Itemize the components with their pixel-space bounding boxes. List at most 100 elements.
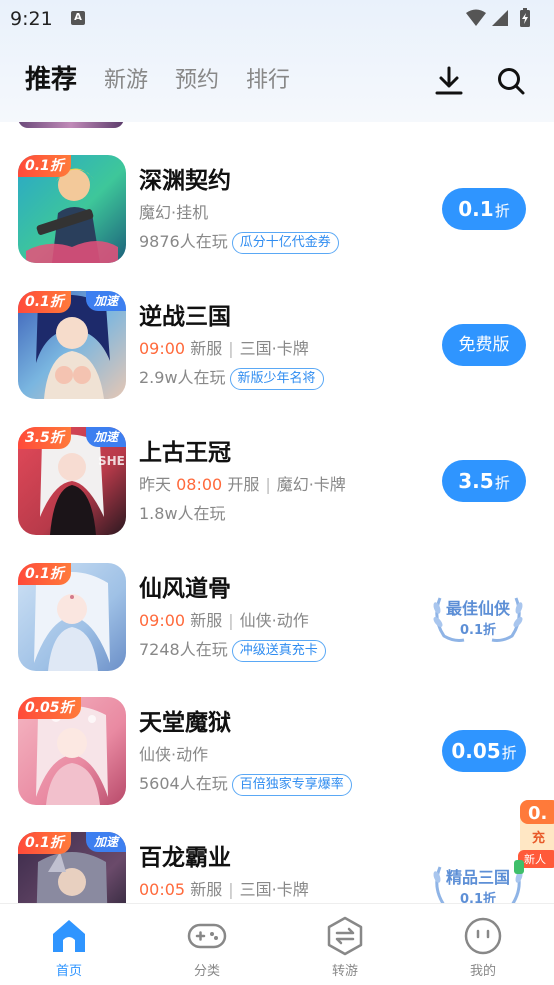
promo-line2: 充: [532, 830, 545, 846]
game-name[interactable]: 逆战三国: [139, 297, 231, 331]
player-count: 7248人在玩: [139, 640, 228, 659]
game-row[interactable]: 0.1折 加速 逆战三国 09:00 新服 | 三国·卡牌 2.9w人在玩 新版少年名…: [0, 291, 554, 401]
award-title: 精品三国: [446, 868, 510, 887]
award-sub: 0.1折: [460, 891, 496, 903]
game-list[interactable]: 0.1折 深渊契约 魔幻·挂机 9876人在玩 瓜分十亿代金券 0.1折 0.1折: [0, 122, 554, 903]
game-name[interactable]: 深渊契约: [139, 161, 231, 195]
download-icon[interactable]: [432, 64, 466, 98]
game-players: 7248人在玩 冲级送真充卡: [139, 636, 326, 662]
discount-badge: 0.05折: [18, 697, 81, 719]
game-row[interactable]: 0.1折 深渊契约 魔幻·挂机 9876人在玩 瓜分十亿代金券 0.1折: [0, 155, 554, 265]
game-thumbnail[interactable]: 0.05折: [18, 697, 126, 805]
award-laurel-badge[interactable]: 最佳仙侠 0.1折: [430, 590, 526, 644]
discount-badge: 3.5折: [18, 427, 71, 449]
promo-line3: 新人: [524, 852, 546, 866]
discount-button[interactable]: 0.1折: [442, 188, 526, 230]
floating-promo-badge[interactable]: 0. 充 新人: [514, 800, 554, 874]
nav-label: 我的: [469, 964, 496, 979]
server-time: 00:05: [139, 880, 186, 899]
tab-reserve[interactable]: 预约: [175, 62, 219, 94]
search-icon[interactable]: [494, 64, 528, 98]
discount-button[interactable]: 3.5折: [442, 460, 526, 502]
status-icons: [466, 8, 530, 27]
server-status: 新服: [190, 339, 223, 358]
free-version-button[interactable]: 免费版: [442, 324, 526, 366]
discount-unit: 折: [494, 202, 510, 220]
game-name[interactable]: 上古王冠: [139, 433, 231, 467]
discount-value: 0.1: [458, 197, 494, 221]
nav-label: 转游: [331, 964, 358, 979]
game-players: 5604人在玩 百倍独家专享爆率: [139, 770, 352, 796]
game-meta: 仙侠·动作: [139, 741, 208, 765]
game-players: 9876人在玩 瓜分十亿代金券: [139, 228, 339, 254]
notification-a-icon: A: [71, 11, 85, 25]
tab-recommend[interactable]: 推荐: [25, 59, 77, 96]
game-name[interactable]: 仙风道骨: [139, 569, 231, 603]
game-category: 魔幻·卡牌: [276, 475, 346, 494]
game-thumbnail[interactable]: 0.1折: [18, 563, 126, 671]
tab-new-games[interactable]: 新游: [104, 62, 148, 94]
server-status: 开服: [227, 475, 260, 494]
game-category: 仙侠·动作: [139, 745, 209, 764]
game-name[interactable]: 百龙霸业: [139, 838, 231, 872]
game-meta: 09:00 新服 | 三国·卡牌: [139, 339, 309, 358]
server-status: 新服: [190, 611, 223, 630]
promo-tag: 冲级送真充卡: [231, 640, 326, 662]
game-category: 魔幻·挂机: [139, 203, 209, 222]
nav-profile[interactable]: 我的: [414, 904, 552, 985]
nav-label: 分类: [193, 964, 220, 979]
speed-badge: 加速: [85, 427, 126, 447]
server-time: 08:00: [176, 475, 223, 494]
previous-item-thumbnail-edge: [18, 122, 124, 128]
promo-line1: 0.: [528, 803, 547, 824]
game-row[interactable]: SHE 3.5折 加速 上古王冠 昨天 08:00 开服 | 魔幻·卡牌 1.8w人…: [0, 427, 554, 537]
promo-tag: 新版少年名将: [229, 368, 324, 390]
discount-value: 0.05: [451, 739, 501, 763]
award-title: 最佳仙侠: [446, 599, 511, 618]
game-players: 2.9w人在玩 新版少年名将: [139, 364, 324, 390]
transfer-icon: [327, 916, 363, 956]
game-name[interactable]: 天堂魔狱: [139, 703, 231, 737]
game-meta: 魔幻·挂机: [139, 199, 208, 223]
discount-button[interactable]: 0.05折: [442, 730, 526, 772]
discount-badge: 0.1折: [18, 291, 71, 313]
nav-label: 首页: [55, 964, 82, 979]
game-category: 三国·卡牌: [239, 339, 309, 358]
game-players: 1.8w人在玩: [139, 500, 226, 524]
nav-transfer[interactable]: 转游: [276, 904, 414, 985]
award-sub: 0.1折: [460, 622, 496, 638]
game-thumbnail[interactable]: SHE 3.5折 加速: [18, 427, 126, 535]
player-count: 1.8w人在玩: [139, 504, 226, 523]
discount-badge: 0.1折: [18, 563, 71, 585]
promo-tag: 百倍独家专享爆率: [231, 774, 352, 796]
nav-category[interactable]: 分类: [138, 904, 276, 985]
gamepad-icon: [187, 923, 227, 949]
speed-badge: 加速: [85, 832, 126, 852]
game-category: 仙侠·动作: [239, 611, 309, 630]
game-meta: 00:05 新服 | 三国·卡牌: [139, 880, 309, 899]
game-thumbnail[interactable]: 0.1折: [18, 155, 126, 263]
game-row[interactable]: 0.1折 仙风道骨 09:00 新服 | 仙侠·动作 7248人在玩 冲级送真充卡 最…: [0, 563, 554, 673]
nav-home[interactable]: 首页: [0, 904, 138, 985]
tab-ranking[interactable]: 排行: [246, 62, 290, 94]
discount-value: 3.5: [458, 469, 494, 493]
promo-tag: 瓜分十亿代金券: [231, 232, 339, 254]
game-meta: 09:00 新服 | 仙侠·动作: [139, 611, 309, 630]
game-row[interactable]: 0.1折 加速 百龙霸业 00:05 新服 | 三国·卡牌 精品三国 0.1折: [0, 832, 554, 903]
player-count: 2.9w人在玩: [139, 368, 226, 387]
server-day: 昨天: [139, 475, 172, 494]
game-row[interactable]: 0.05折 天堂魔狱 仙侠·动作 5604人在玩 百倍独家专享爆率 0.05折: [0, 697, 554, 807]
home-icon: [53, 920, 85, 952]
game-meta: 昨天 08:00 开服 | 魔幻·卡牌: [139, 475, 346, 494]
header-tabs: 推荐 新游 预约 排行: [0, 56, 554, 106]
bottom-nav: 首页 分类 转游 我的: [0, 903, 554, 985]
server-time: 09:00: [139, 339, 186, 358]
game-thumbnail[interactable]: 0.1折 加速: [18, 832, 126, 903]
game-thumbnail[interactable]: 0.1折 加速: [18, 291, 126, 399]
status-bar: 9:21 A: [0, 0, 554, 38]
game-category: 三国·卡牌: [239, 880, 309, 899]
award-laurel-badge[interactable]: 精品三国 0.1折: [430, 859, 526, 903]
player-count: 5604人在玩: [139, 774, 228, 793]
discount-unit: 折: [501, 744, 517, 762]
wifi-icon: [466, 9, 486, 26]
